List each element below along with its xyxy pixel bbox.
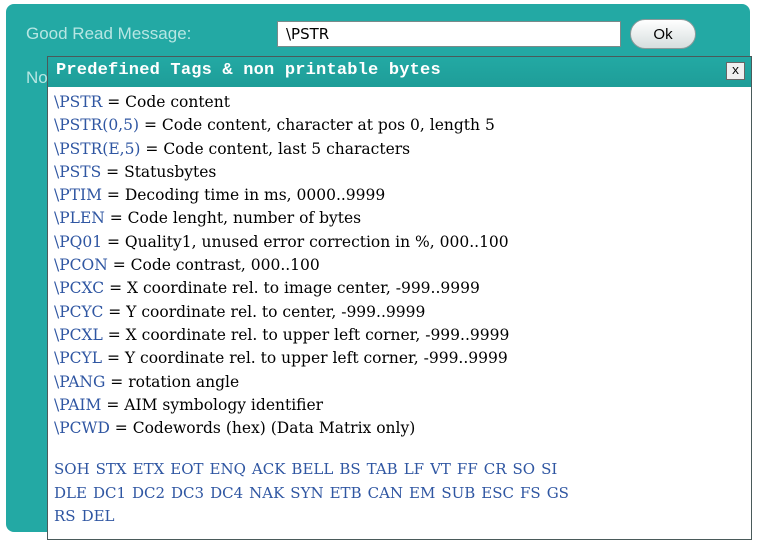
byte-item[interactable]: FF	[457, 460, 478, 478]
byte-item[interactable]: DC4	[210, 484, 243, 502]
partial-label: No	[26, 68, 48, 87]
ok-button[interactable]: Ok	[630, 19, 696, 49]
tag-code: \PCYC	[54, 302, 104, 321]
tag-item[interactable]: \PANG = rotation angle	[54, 371, 509, 394]
byte-item[interactable]: SOH	[54, 460, 90, 478]
byte-item[interactable]: DLE	[54, 484, 87, 502]
byte-item[interactable]: EOT	[170, 460, 203, 478]
tag-code: \PSTR(E,5)	[54, 139, 141, 158]
tag-code: \PAIM	[54, 395, 102, 414]
byte-item[interactable]: BS	[339, 460, 360, 478]
byte-item[interactable]: FS	[520, 484, 541, 502]
byte-item[interactable]: ESC	[481, 484, 514, 502]
byte-item[interactable]: CAN	[368, 484, 403, 502]
tag-description: = X coordinate rel. to image center, -99…	[104, 279, 480, 298]
tag-description: = Code lenght, number of bytes	[104, 209, 362, 228]
tag-description: = Y coordinate rel. to upper left corner…	[102, 349, 508, 368]
byte-item[interactable]: CR	[484, 460, 507, 478]
byte-item[interactable]: DC1	[93, 484, 126, 502]
tag-code: \PSTS	[54, 162, 102, 181]
byte-item[interactable]: TAB	[367, 460, 398, 478]
byte-item[interactable]: DC2	[132, 484, 165, 502]
byte-item[interactable]: SI	[541, 460, 557, 478]
byte-item[interactable]: GS	[547, 484, 569, 502]
tag-code: \PLEN	[54, 209, 105, 228]
popup-title: Predefined Tags & non printable bytes	[56, 61, 441, 80]
byte-item[interactable]: SUB	[441, 484, 475, 502]
byte-item[interactable]: ACK	[252, 460, 286, 478]
tag-item[interactable]: \PSTR = Code content	[54, 91, 509, 114]
tag-item[interactable]: \PAIM = AIM symbology identifier	[54, 394, 509, 417]
tag-code: \PTIM	[54, 186, 102, 205]
tag-item[interactable]: \PCXC = X coordinate rel. to image cente…	[54, 277, 509, 300]
tag-description: = X coordinate rel. to upper left corner…	[102, 325, 510, 344]
byte-item[interactable]: SO	[513, 460, 536, 478]
byte-item[interactable]: NAK	[249, 484, 284, 502]
byte-item[interactable]: ENQ	[210, 460, 246, 478]
byte-item[interactable]: EM	[409, 484, 435, 502]
tag-description: = Decoding time in ms, 0000..9999	[101, 186, 386, 205]
byte-item[interactable]: ETB	[330, 484, 362, 502]
byte-item[interactable]: SYN	[290, 484, 323, 502]
byte-row: RS DEL	[54, 505, 734, 529]
tag-code: \PQ01	[54, 232, 103, 251]
tag-code: \PSTR(0,5)	[54, 116, 140, 135]
good-read-message-input[interactable]	[277, 21, 621, 47]
tag-code: \PCWD	[54, 419, 110, 438]
tag-item[interactable]: \PCWD = Codewords (hex) (Data Matrix onl…	[54, 417, 509, 440]
byte-item[interactable]: VT	[430, 460, 451, 478]
tag-code: \PANG	[54, 372, 106, 391]
tag-description: = rotation angle	[105, 372, 240, 391]
predefined-tags-popup: Predefined Tags & non printable bytes x …	[47, 56, 752, 540]
tag-description: = Code content, character at pos 0, leng…	[139, 116, 495, 135]
byte-item[interactable]: LF	[404, 460, 424, 478]
popup-header: Predefined Tags & non printable bytes x	[48, 57, 751, 87]
byte-item[interactable]: DEL	[82, 507, 115, 525]
tag-item[interactable]: \PCYC = Y coordinate rel. to center, -99…	[54, 301, 509, 324]
tag-description: = Y coordinate rel. to center, -999..999…	[103, 302, 426, 321]
tag-code: \PCXC	[54, 279, 105, 298]
byte-item[interactable]: DC3	[171, 484, 204, 502]
tag-description: = Statusbytes	[101, 162, 217, 181]
tag-item[interactable]: \PLEN = Code lenght, number of bytes	[54, 207, 509, 230]
tag-code: \PCON	[54, 256, 108, 275]
tag-item[interactable]: \PCYL = Y coordinate rel. to upper left …	[54, 347, 509, 370]
tag-code: \PSTR	[54, 93, 103, 111]
byte-row: DLE DC1 DC2 DC3 DC4 NAK SYN ETB CAN EM SUB ESC FS GS	[54, 482, 734, 506]
tag-item[interactable]: \PCON = Code contrast, 000..100	[54, 254, 509, 277]
non-printable-bytes: SOH STX ETX EOT ENQ ACK BELL BS TAB LF VT FF CR SO SI …	[54, 458, 734, 529]
tag-description: = Quality1, unused error correction in %…	[102, 232, 509, 251]
byte-item[interactable]: BELL	[291, 460, 333, 478]
tag-item[interactable]: \PTIM = Decoding time in ms, 0000..9999	[54, 184, 509, 207]
tag-description: = Code content	[102, 93, 230, 111]
tag-description: = AIM symbology identifier	[101, 395, 324, 414]
byte-item[interactable]: RS	[54, 507, 76, 525]
tag-item[interactable]: \PQ01 = Quality1, unused error correctio…	[54, 231, 509, 254]
tag-item[interactable]: \PSTR(E,5) = Code content, last 5 charac…	[54, 138, 509, 161]
tag-code: \PCXL	[54, 325, 103, 344]
tag-description: = Codewords (hex) (Data Matrix only)	[109, 419, 416, 438]
byte-item[interactable]: STX	[96, 460, 127, 478]
tag-description: = Code contrast, 000..100	[107, 256, 320, 275]
good-read-message-label: Good Read Message:	[26, 24, 192, 43]
close-button[interactable]: x	[726, 62, 745, 80]
tag-item[interactable]: \PCXL = X coordinate rel. to upper left …	[54, 324, 509, 347]
tag-code: \PCYL	[54, 349, 103, 368]
byte-item[interactable]: ETX	[133, 460, 165, 478]
tag-list: \PSTR = Code content \PSTR(0,5) = Code c…	[54, 91, 509, 440]
byte-row: SOH STX ETX EOT ENQ ACK BELL BS TAB LF VT FF CR SO SI	[54, 458, 734, 482]
tag-description: = Code content, last 5 characters	[140, 139, 411, 158]
tag-item[interactable]: \PSTS = Statusbytes	[54, 161, 509, 184]
tag-item[interactable]: \PSTR(0,5) = Code content, character at …	[54, 114, 509, 137]
